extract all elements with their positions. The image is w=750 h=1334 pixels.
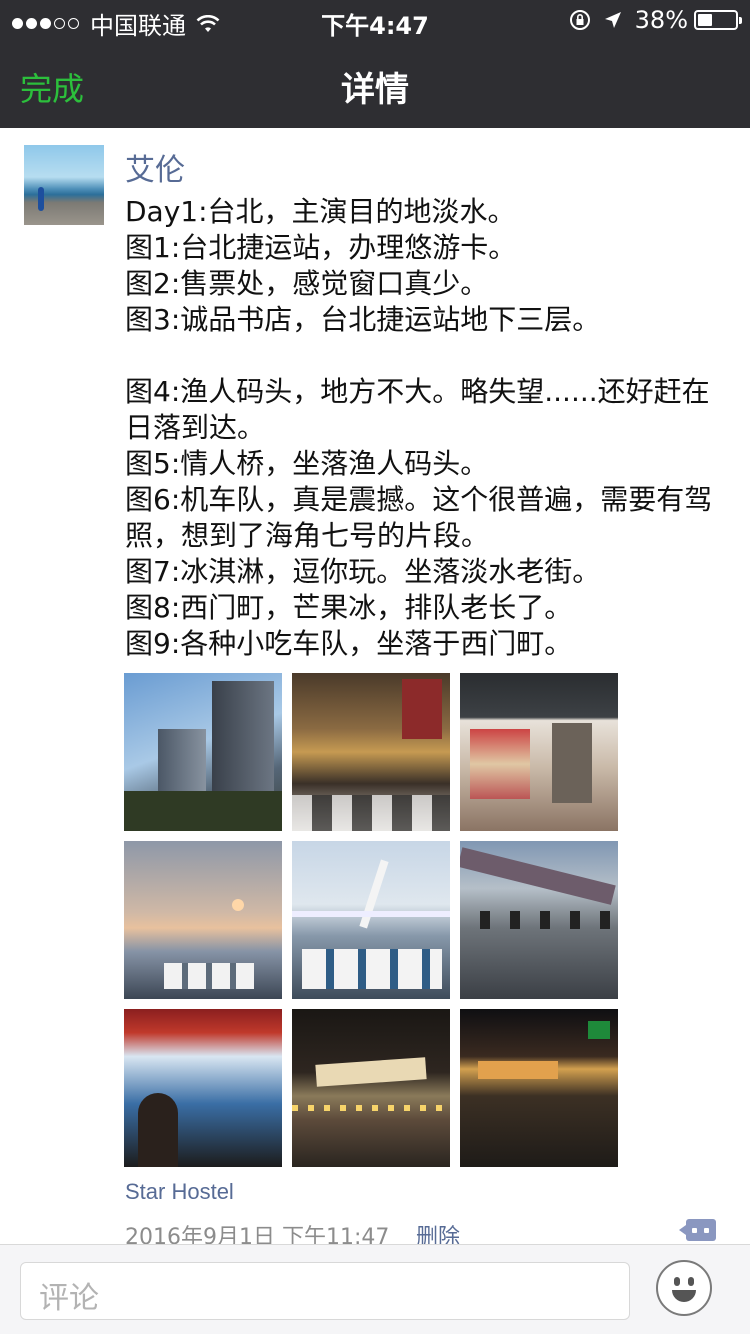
photo-detail xyxy=(124,791,282,831)
photo-detail xyxy=(292,911,450,917)
emoji-eye xyxy=(688,1277,694,1286)
photo-thumbnail[interactable] xyxy=(460,841,618,999)
rotation-lock-icon xyxy=(569,10,590,30)
post-line xyxy=(125,338,725,374)
avatar-figure xyxy=(38,187,44,211)
avatar[interactable] xyxy=(24,145,104,225)
post-line: 图1:台北捷运站，办理悠游卡。 xyxy=(125,231,517,264)
photo-thumbnail[interactable] xyxy=(460,673,618,831)
photo-detail xyxy=(138,1093,178,1167)
photo-detail xyxy=(302,949,442,989)
photo-detail xyxy=(480,911,610,929)
post-line: 图9:各种小吃车队，坐落于西门町。 xyxy=(125,627,573,660)
photo-detail xyxy=(478,1061,558,1079)
post-line: 图7:冰淇淋，逗你玩。坐落淡水老街。 xyxy=(125,555,601,588)
photo-detail xyxy=(164,963,254,989)
done-button[interactable]: 完成 xyxy=(20,64,84,110)
comment-input[interactable]: 评论 xyxy=(20,1262,630,1320)
comment-icon-dot xyxy=(704,1228,709,1233)
photo-thumbnail[interactable] xyxy=(124,673,282,831)
page-title: 详情 xyxy=(341,70,409,110)
photo-thumbnail[interactable] xyxy=(292,1009,450,1167)
location-arrow-icon xyxy=(604,12,621,28)
battery-percent: 38% xyxy=(634,6,688,34)
photo-thumbnail[interactable] xyxy=(292,673,450,831)
photo-thumbnail[interactable] xyxy=(292,841,450,999)
post-line: 图4:渔人码头，地方不大。略失望......还好赶在日落到达。 xyxy=(125,375,710,444)
photo-detail xyxy=(402,679,442,739)
battery-icon xyxy=(694,10,742,30)
photo-detail xyxy=(232,899,244,911)
photo-detail xyxy=(359,859,389,929)
author-name[interactable]: 艾伦 xyxy=(125,145,185,189)
post-text: Day1:台北，主演目的地淡水。 图1:台北捷运站，办理悠游卡。 图2:售票处，… xyxy=(125,194,725,662)
comment-icon[interactable] xyxy=(679,1219,716,1241)
post-line: 图2:售票处，感觉窗口真少。 xyxy=(125,267,489,300)
emoji-eye xyxy=(674,1277,680,1286)
post-line: Day1:台北，主演目的地淡水。 xyxy=(125,195,516,228)
photo-thumbnail[interactable] xyxy=(124,841,282,999)
post-line: 图3:诚品书店，台北捷运站地下三层。 xyxy=(125,303,601,336)
photo-detail xyxy=(460,847,616,905)
photo-detail xyxy=(552,723,592,803)
photo-detail xyxy=(315,1057,427,1087)
post-line: 图5:情人桥，坐落渔人码头。 xyxy=(125,447,489,480)
photo-detail xyxy=(470,729,530,799)
photo-grid xyxy=(124,673,620,1167)
photo-detail xyxy=(292,1105,450,1111)
photo-thumbnail[interactable] xyxy=(460,1009,618,1167)
location-link[interactable]: Star Hostel xyxy=(125,1179,234,1205)
photo-thumbnail[interactable] xyxy=(124,1009,282,1167)
status-right: 38% xyxy=(569,6,742,34)
photo-detail xyxy=(588,1021,610,1039)
status-bar: 中国联通 下午4:47 38% xyxy=(0,0,750,40)
comment-icon-dot xyxy=(692,1228,697,1233)
photo-detail xyxy=(292,795,450,831)
post-line: 图8:西门町，芒果冰，排队老长了。 xyxy=(125,591,573,624)
emoji-icon[interactable] xyxy=(656,1260,712,1316)
nav-bar: 详情 完成 xyxy=(0,40,750,128)
post-line: 图6:机车队，真是震撼。这个很普遍，需要有驾照，想到了海角七号的片段。 xyxy=(125,483,713,552)
comment-bar: 评论 xyxy=(0,1244,750,1334)
emoji-mouth xyxy=(672,1290,696,1302)
battery-fill xyxy=(698,14,712,26)
